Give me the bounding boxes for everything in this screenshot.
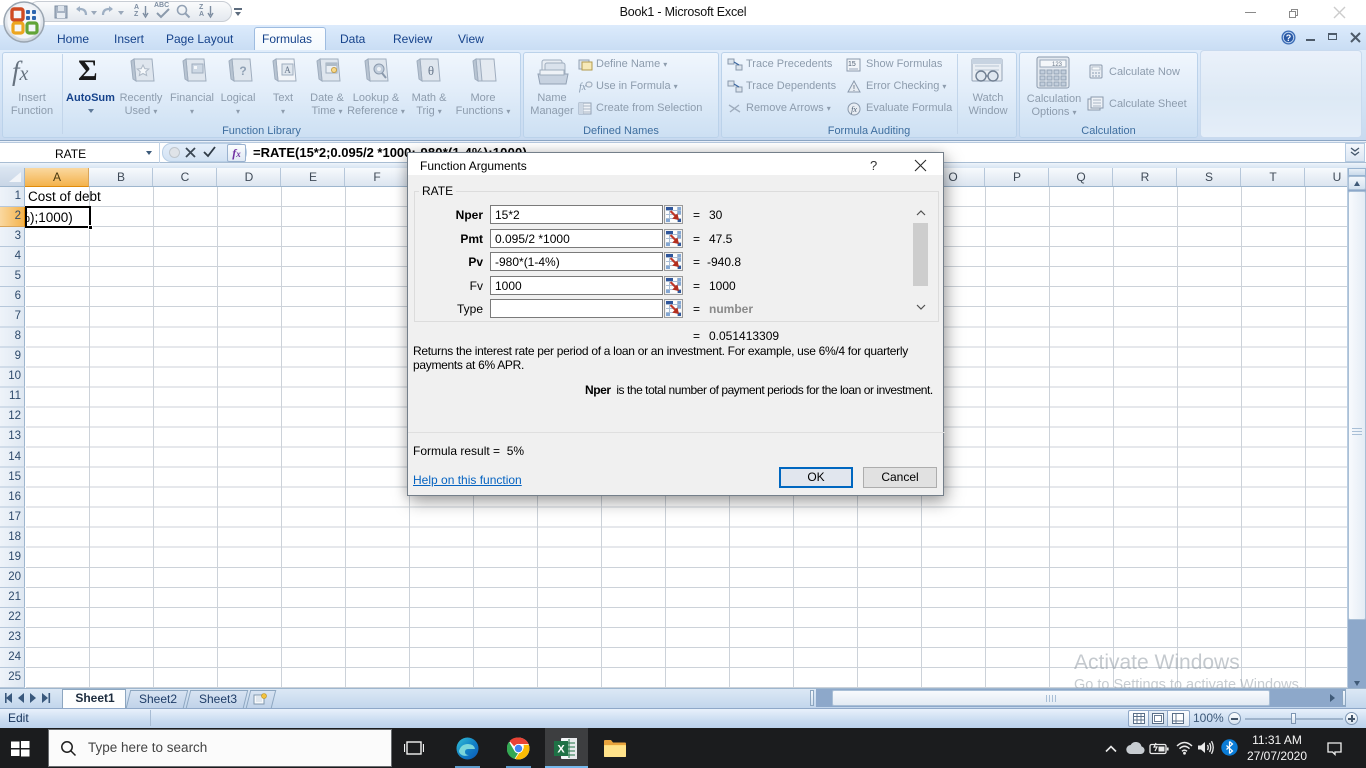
svg-text:fx: fx bbox=[851, 105, 857, 114]
svg-text:A: A bbox=[284, 65, 291, 75]
svg-text:!: ! bbox=[853, 84, 855, 93]
svg-text:θ: θ bbox=[428, 63, 434, 78]
svg-text:?: ? bbox=[1286, 33, 1292, 43]
svg-text:X: X bbox=[557, 744, 565, 756]
svg-text:15: 15 bbox=[848, 61, 856, 68]
svg-text:?: ? bbox=[239, 64, 246, 78]
svg-text:123: 123 bbox=[1052, 62, 1063, 68]
